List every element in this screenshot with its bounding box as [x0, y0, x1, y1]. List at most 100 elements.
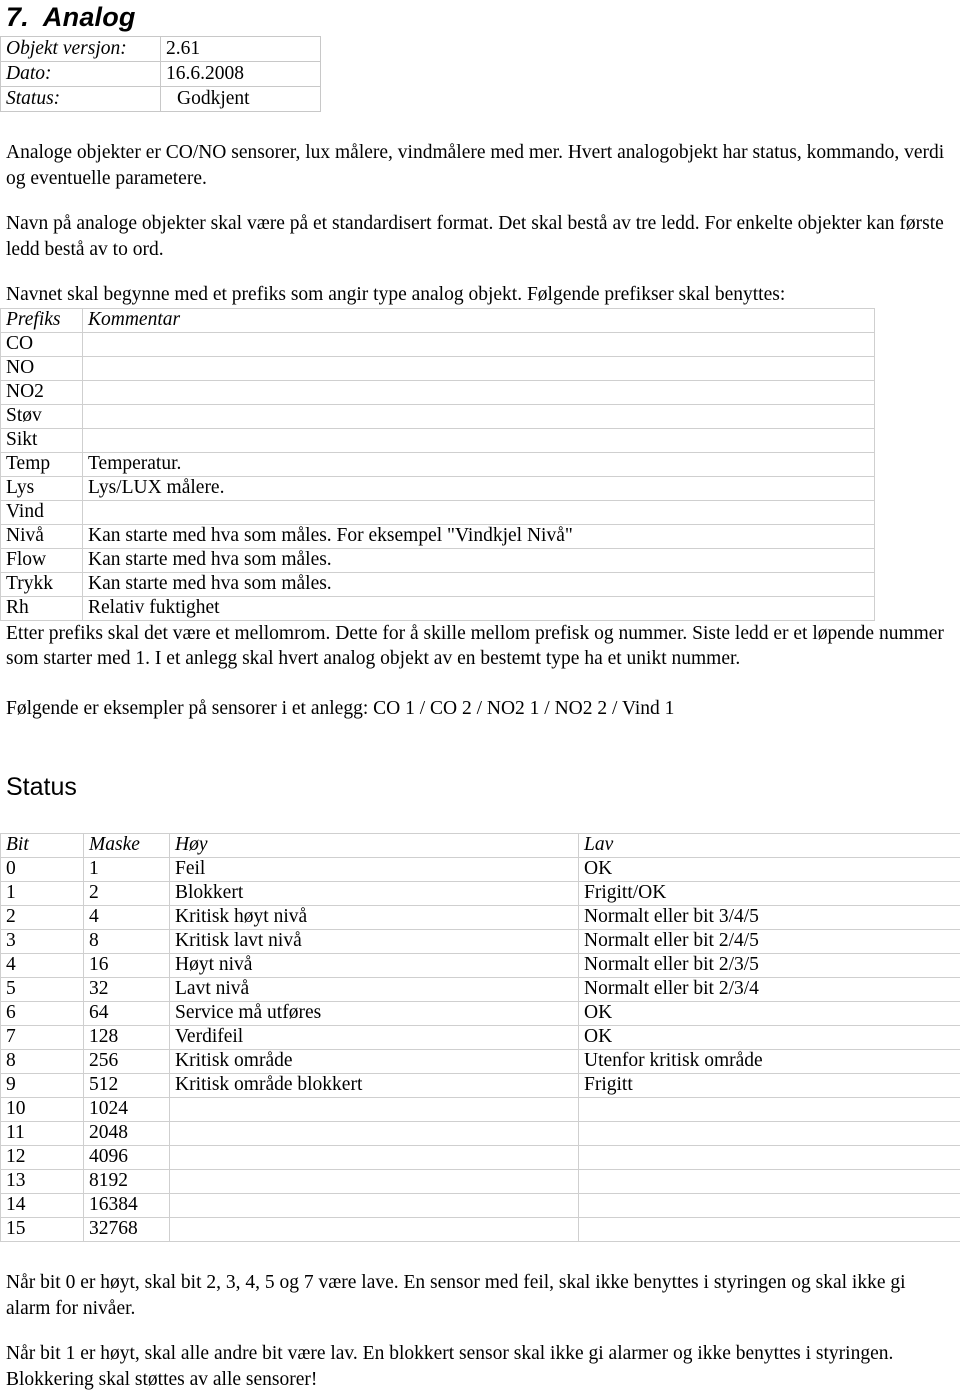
status-cell-maske: 128	[84, 1026, 170, 1050]
table-row: Sikt	[1, 428, 875, 452]
status-cell-lav	[579, 1170, 960, 1194]
status-cell-lav: OK	[579, 1026, 960, 1050]
prefix-cell-name: Nivå	[1, 524, 83, 548]
prefix-cell-name: Temp	[1, 452, 83, 476]
status-cell-maske: 64	[84, 1002, 170, 1026]
spacer	[0, 112, 960, 140]
status-cell-maske: 4096	[84, 1146, 170, 1170]
footer-note-1: Når bit 0 er høyt, skal bit 2, 3, 4, 5 o…	[0, 1270, 960, 1321]
status-cell-maske: 2	[84, 882, 170, 906]
metadata-label-version: Objekt versjon:	[1, 37, 161, 62]
status-cell-hoy: Kritisk lavt nivå	[170, 930, 579, 954]
status-cell-bit: 11	[1, 1122, 84, 1146]
status-cell-hoy	[170, 1122, 579, 1146]
prefix-table: Prefiks Kommentar CO NO NO2 Støv Sikt	[0, 308, 875, 621]
status-cell-lav	[579, 1218, 960, 1242]
table-row: Flow Kan starte med hva som måles.	[1, 548, 875, 572]
table-row: Vind	[1, 500, 875, 524]
status-cell-hoy: Høyt nivå	[170, 954, 579, 978]
prefix-cell-name: Vind	[1, 500, 83, 524]
table-row: Trykk Kan starte med hva som måles.	[1, 572, 875, 596]
status-header-maske: Maske	[84, 834, 170, 858]
table-row: 8 256 Kritisk område Utenfor kritisk omr…	[1, 1050, 960, 1074]
status-cell-bit: 14	[1, 1194, 84, 1218]
metadata-table-body: Objekt versjon: 2.61 Dato: 16.6.2008 Sta…	[1, 37, 321, 112]
footer-note-2: Når bit 1 er høyt, skal alle andre bit v…	[0, 1341, 960, 1392]
table-row: 11 2048	[1, 1122, 960, 1146]
metadata-table: Objekt versjon: 2.61 Dato: 16.6.2008 Sta…	[0, 36, 321, 112]
prefix-cell-comment	[83, 404, 875, 428]
status-table: Bit Maske Høy Lav 0 1 Feil OK 1 2 Blokke…	[0, 833, 960, 1242]
status-cell-bit: 5	[1, 978, 84, 1002]
status-cell-maske: 1	[84, 858, 170, 882]
status-cell-maske: 32	[84, 978, 170, 1002]
status-cell-lav	[579, 1146, 960, 1170]
prefix-cell-name: Trykk	[1, 572, 83, 596]
status-cell-lav: OK	[579, 858, 960, 882]
table-row: 1 2 Blokkert Frigitt/OK	[1, 882, 960, 906]
prefix-cell-comment	[83, 428, 875, 452]
status-cell-bit: 7	[1, 1026, 84, 1050]
prefix-cell-name: NO	[1, 356, 83, 380]
prefix-table-body: Prefiks Kommentar CO NO NO2 Støv Sikt	[1, 308, 875, 620]
status-cell-bit: 2	[1, 906, 84, 930]
spacer	[0, 191, 960, 211]
spacer	[0, 672, 960, 696]
status-cell-hoy	[170, 1098, 579, 1122]
status-cell-lav: Frigitt/OK	[579, 882, 960, 906]
status-cell-maske: 256	[84, 1050, 170, 1074]
status-cell-lav	[579, 1098, 960, 1122]
status-cell-hoy: Service må utføres	[170, 1002, 579, 1026]
spacer	[0, 262, 960, 282]
status-table-body: Bit Maske Høy Lav 0 1 Feil OK 1 2 Blokke…	[1, 834, 960, 1242]
prefix-cell-comment: Kan starte med hva som måles.	[83, 572, 875, 596]
status-cell-bit: 3	[1, 930, 84, 954]
status-cell-maske: 1024	[84, 1098, 170, 1122]
status-cell-bit: 15	[1, 1218, 84, 1242]
table-row: Status: Godkjent	[1, 87, 321, 112]
prefix-cell-name: Støv	[1, 404, 83, 428]
status-cell-lav: Normalt eller bit 3/4/5	[579, 906, 960, 930]
status-header-lav: Lav	[579, 834, 960, 858]
status-cell-bit: 12	[1, 1146, 84, 1170]
prefix-cell-comment	[83, 356, 875, 380]
metadata-label-date: Dato:	[1, 62, 161, 87]
prefix-cell-comment: Temperatur.	[83, 452, 875, 476]
table-header-row: Prefiks Kommentar	[1, 308, 875, 332]
status-cell-maske: 32768	[84, 1218, 170, 1242]
status-cell-hoy	[170, 1170, 579, 1194]
document-page: 7.Analog Objekt versjon: 2.61 Dato: 16.6…	[0, 0, 960, 1372]
prefix-cell-comment	[83, 380, 875, 404]
spacer	[0, 1242, 960, 1270]
intro-paragraph-1: Analoge objekter er CO/NO sensorer, lux …	[0, 140, 960, 191]
table-row: Temp Temperatur.	[1, 452, 875, 476]
status-cell-bit: 10	[1, 1098, 84, 1122]
page-title-number: 7.	[6, 2, 29, 32]
table-row: Objekt versjon: 2.61	[1, 37, 321, 62]
prefix-cell-comment: Relativ fuktighet	[83, 596, 875, 620]
table-row: 10 1024	[1, 1098, 960, 1122]
status-cell-bit: 0	[1, 858, 84, 882]
table-row: Nivå Kan starte med hva som måles. For e…	[1, 524, 875, 548]
page-title: 7.Analog	[6, 0, 960, 32]
status-cell-bit: 13	[1, 1170, 84, 1194]
spacer	[0, 801, 960, 833]
status-header-bit: Bit	[1, 834, 84, 858]
metadata-value-version: 2.61	[161, 37, 321, 62]
table-row: 3 8 Kritisk lavt nivå Normalt eller bit …	[1, 930, 960, 954]
status-cell-bit: 8	[1, 1050, 84, 1074]
prefix-table-header-prefix: Prefiks	[1, 308, 83, 332]
status-cell-lav: Normalt eller bit 2/3/5	[579, 954, 960, 978]
status-cell-maske: 4	[84, 906, 170, 930]
status-cell-maske: 2048	[84, 1122, 170, 1146]
table-row: 15 32768	[1, 1218, 960, 1242]
table-row: Lys Lys/LUX målere.	[1, 476, 875, 500]
table-row: 12 4096	[1, 1146, 960, 1170]
status-cell-hoy	[170, 1194, 579, 1218]
table-row: Dato: 16.6.2008	[1, 62, 321, 87]
prefix-cell-name: Rh	[1, 596, 83, 620]
table-row: 9 512 Kritisk område blokkert Frigitt	[1, 1074, 960, 1098]
table-row: 0 1 Feil OK	[1, 858, 960, 882]
status-cell-lav: Utenfor kritisk område	[579, 1050, 960, 1074]
status-cell-hoy: Kritisk område blokkert	[170, 1074, 579, 1098]
